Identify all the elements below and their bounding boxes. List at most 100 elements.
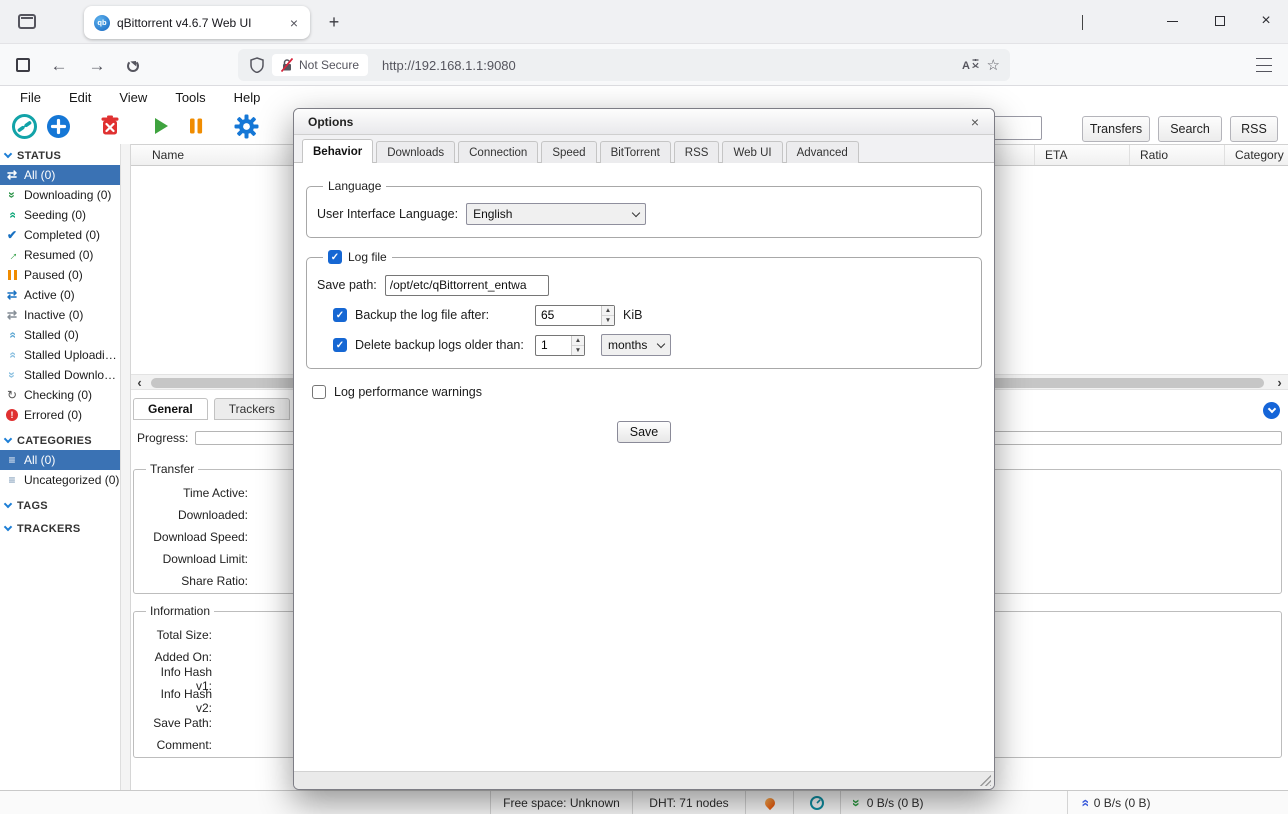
column-ratio[interactable]: Ratio bbox=[1130, 145, 1225, 165]
shield-icon[interactable] bbox=[250, 57, 264, 73]
sidebar-item-all[interactable]: ⇄All (0) bbox=[0, 165, 120, 185]
upload-speed-status: » 0 B/s (0 B) bbox=[1067, 791, 1162, 814]
menu-help[interactable]: Help bbox=[220, 90, 275, 105]
column-category[interactable]: Category bbox=[1225, 145, 1288, 165]
view-button-transfers[interactable]: Transfers bbox=[1082, 116, 1150, 142]
download-speed-status: » 0 B/s (0 B) bbox=[840, 791, 935, 814]
window-minimize-button[interactable] bbox=[1156, 6, 1188, 36]
dialog-tab-bittorrent[interactable]: BitTorrent bbox=[600, 141, 671, 163]
spinner-buttons[interactable]: ▲▼ bbox=[601, 306, 614, 325]
url-bar[interactable]: Not Secure http://192.168.1.1:9080 A ☆ bbox=[238, 49, 1010, 81]
tags-section-header[interactable]: TAGS bbox=[0, 496, 120, 515]
delete-age-unit-select[interactable]: months bbox=[601, 334, 671, 356]
resume-button[interactable] bbox=[146, 112, 174, 140]
options-button[interactable] bbox=[232, 112, 260, 140]
firefox-view-icon[interactable] bbox=[18, 14, 36, 29]
dialog-tab-rss[interactable]: RSS bbox=[674, 141, 720, 163]
trackers-section-header[interactable]: TRACKERS bbox=[0, 519, 120, 538]
sidebar-item-active[interactable]: ⇄Active (0) bbox=[0, 285, 120, 305]
status-section-header[interactable]: STATUS bbox=[0, 146, 120, 165]
delete-backup-label: Delete backup logs older than: bbox=[355, 338, 527, 352]
menu-edit[interactable]: Edit bbox=[55, 90, 105, 105]
chevron-down-icon bbox=[657, 340, 665, 348]
view-button-search[interactable]: Search bbox=[1158, 116, 1222, 142]
save-button[interactable]: Save bbox=[617, 421, 672, 443]
column-eta[interactable]: ETA bbox=[1035, 145, 1130, 165]
sidebar-item-errored[interactable]: !Errored (0) bbox=[0, 405, 120, 425]
transfer-legend: Transfer bbox=[146, 462, 198, 476]
menu-tools[interactable]: Tools bbox=[161, 90, 219, 105]
delete-torrent-button[interactable] bbox=[96, 112, 124, 140]
pause-button[interactable] bbox=[182, 112, 210, 140]
sidebar-item-stalled-downloading[interactable]: »Stalled Downloading (0) bbox=[0, 365, 120, 385]
dialog-tab-speed[interactable]: Speed bbox=[541, 141, 596, 163]
window-close-button[interactable]: × bbox=[1250, 6, 1282, 36]
window-maximize-button[interactable] bbox=[1204, 6, 1236, 36]
sidebar-category-all[interactable]: ≡All (0) bbox=[0, 450, 120, 470]
back-button[interactable]: ← bbox=[46, 53, 72, 79]
tab-general[interactable]: General bbox=[133, 398, 208, 420]
sidebar-category-uncategorized[interactable]: ≡Uncategorized (0) bbox=[0, 470, 120, 490]
spinner-buttons[interactable]: ▲▼ bbox=[571, 336, 584, 355]
categories-section-header[interactable]: CATEGORIES bbox=[0, 431, 120, 450]
download-chevrons-icon: » bbox=[5, 188, 19, 202]
sidebar-item-seeding[interactable]: »Seeding (0) bbox=[0, 205, 120, 225]
performance-warnings-checkbox[interactable] bbox=[312, 385, 326, 399]
comment-label: Comment: bbox=[142, 738, 212, 752]
logfile-checkbox[interactable]: ✓ bbox=[328, 250, 342, 264]
delete-age-spinner[interactable]: ▲▼ bbox=[535, 335, 585, 356]
panel-collapse-button[interactable] bbox=[1263, 402, 1280, 419]
scroll-left-arrow-icon[interactable]: ‹ bbox=[131, 375, 148, 389]
share-ratio-label: Share Ratio: bbox=[142, 574, 248, 588]
resize-grip[interactable] bbox=[979, 774, 991, 786]
delete-backup-checkbox[interactable]: ✓ bbox=[333, 338, 347, 352]
menu-hamburger-icon[interactable] bbox=[1256, 58, 1272, 72]
forward-button[interactable]: → bbox=[84, 53, 110, 79]
dialog-tab-behavior[interactable]: Behavior bbox=[302, 139, 373, 163]
browser-tab[interactable]: qb qBittorrent v4.6.7 Web UI × bbox=[84, 6, 310, 39]
window-icon[interactable] bbox=[16, 58, 30, 72]
tab-close-icon[interactable]: × bbox=[286, 14, 302, 32]
dialog-tab-connection[interactable]: Connection bbox=[458, 141, 538, 163]
reload-button[interactable] bbox=[120, 53, 146, 79]
spin-down-icon: ▼ bbox=[572, 346, 584, 355]
bookmark-star-icon[interactable]: ☆ bbox=[987, 56, 1000, 74]
connection-status[interactable] bbox=[745, 791, 793, 814]
sidebar-item-stalled[interactable]: »Stalled (0) bbox=[0, 325, 120, 345]
dialog-tab-webui[interactable]: Web UI bbox=[722, 141, 782, 163]
sidebar-item-checking[interactable]: ↻Checking (0) bbox=[0, 385, 120, 405]
backup-size-spinner[interactable]: ▲▼ bbox=[535, 305, 615, 326]
sidebar-item-downloading[interactable]: »Downloading (0) bbox=[0, 185, 120, 205]
dialog-title-bar[interactable]: Options × bbox=[294, 109, 994, 135]
view-button-rss[interactable]: RSS bbox=[1230, 116, 1278, 142]
dialog-footer bbox=[294, 771, 994, 789]
alt-speed-toggle[interactable] bbox=[793, 791, 840, 814]
backup-log-checkbox[interactable]: ✓ bbox=[333, 308, 347, 322]
sidebar-item-stalled-uploading[interactable]: »Stalled Uploading (0) bbox=[0, 345, 120, 365]
sidebar-item-inactive[interactable]: ⇄Inactive (0) bbox=[0, 305, 120, 325]
dialog-close-icon[interactable]: × bbox=[966, 114, 984, 130]
menu-view[interactable]: View bbox=[105, 90, 161, 105]
menu-file[interactable]: File bbox=[6, 90, 55, 105]
chevron-down-icon bbox=[1267, 405, 1275, 413]
sidebar-item-paused[interactable]: Paused (0) bbox=[0, 265, 120, 285]
dialog-tab-downloads[interactable]: Downloads bbox=[376, 141, 455, 163]
tab-trackers[interactable]: Trackers bbox=[214, 398, 290, 420]
info-hash-v2-label: Info Hash v2: bbox=[142, 687, 212, 715]
sidebar-item-completed[interactable]: ✔Completed (0) bbox=[0, 225, 120, 245]
add-torrent-file-button[interactable] bbox=[44, 112, 72, 140]
not-secure-badge[interactable]: Not Secure bbox=[272, 54, 368, 76]
scroll-right-arrow-icon[interactable]: › bbox=[1271, 375, 1288, 389]
new-tab-button[interactable]: + bbox=[322, 10, 346, 34]
add-torrent-link-button[interactable] bbox=[10, 112, 38, 140]
log-save-path-input[interactable] bbox=[385, 275, 549, 296]
translate-icon[interactable]: A bbox=[962, 57, 979, 73]
tab-list-chevron-icon[interactable] bbox=[1082, 15, 1083, 29]
sidebar-item-resumed[interactable]: →Resumed (0) bbox=[0, 245, 120, 265]
sidebar-scrollbar[interactable] bbox=[120, 144, 131, 790]
language-select[interactable]: English bbox=[466, 203, 646, 225]
dialog-tab-advanced[interactable]: Advanced bbox=[786, 141, 859, 163]
total-size-label: Total Size: bbox=[142, 628, 212, 642]
url-text: http://192.168.1.1:9080 bbox=[382, 58, 954, 73]
screen: qb qBittorrent v4.6.7 Web UI × + × ← → N… bbox=[0, 0, 1288, 814]
